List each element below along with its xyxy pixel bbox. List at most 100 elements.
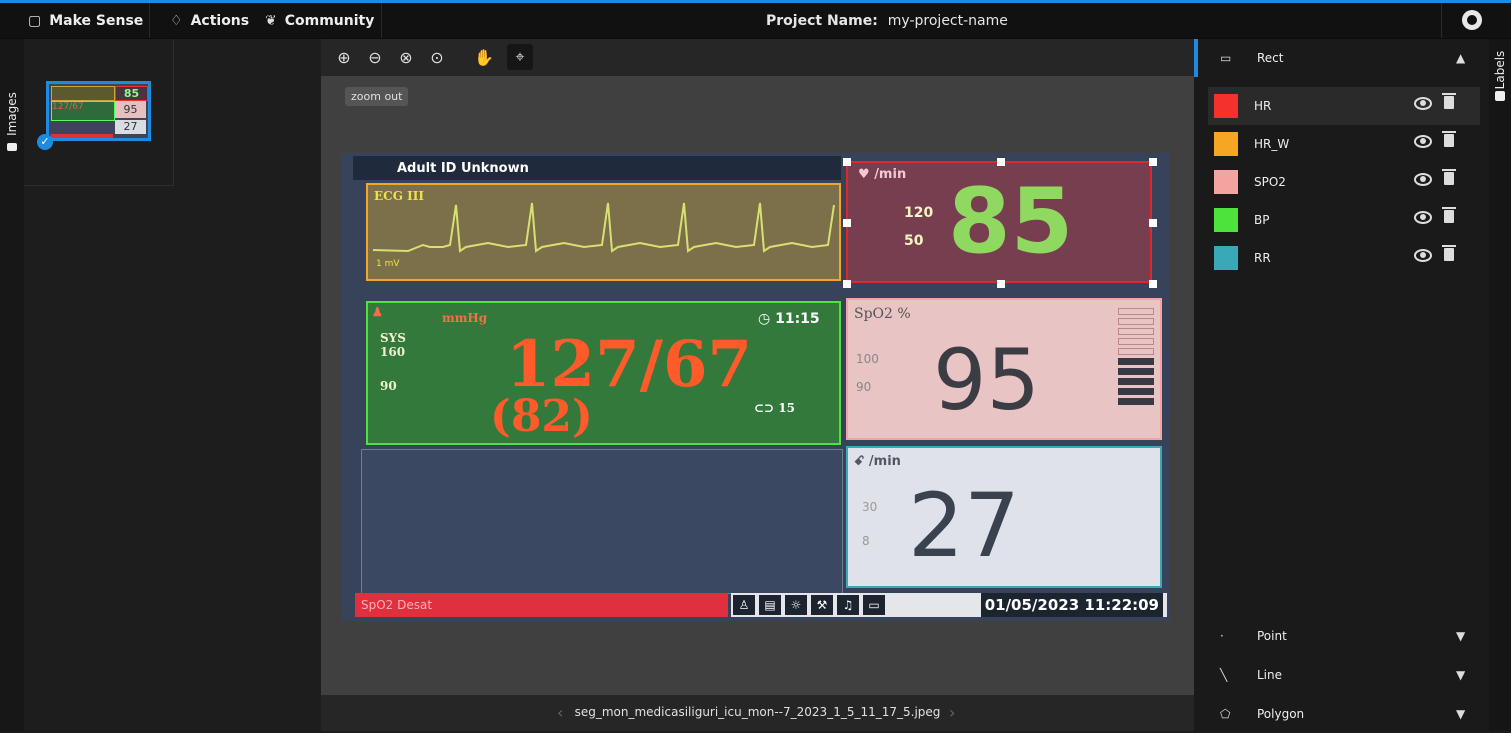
images-side-tab[interactable]: Images bbox=[2, 85, 22, 155]
point-tool-header[interactable]: · Point ▼ bbox=[1194, 617, 1489, 655]
spo2-value: 95 bbox=[933, 331, 1040, 429]
active-indicator bbox=[1194, 39, 1198, 77]
trash-icon[interactable] bbox=[1442, 131, 1456, 147]
trash-icon[interactable] bbox=[1442, 245, 1456, 261]
monitor-header: Adult ID Unknown bbox=[353, 156, 841, 180]
label-color-swatch[interactable] bbox=[1214, 246, 1238, 270]
editor-toolbar: ⊕ ⊖ ⊗ ⊙ ✋ ⌖ bbox=[321, 39, 1194, 76]
resize-handle[interactable] bbox=[843, 158, 851, 166]
zoom-in-icon[interactable]: ⊕ bbox=[331, 44, 357, 70]
resize-handle[interactable] bbox=[843, 219, 851, 227]
resize-handle[interactable] bbox=[1149, 158, 1157, 166]
point-icon: · bbox=[1220, 629, 1224, 643]
brightness-icon: ☼ bbox=[785, 595, 807, 615]
polygon-tool-header[interactable]: ⬠ Polygon ▼ bbox=[1194, 695, 1489, 733]
thumb-ecg bbox=[51, 86, 115, 101]
label-row-bp[interactable]: BP bbox=[1208, 201, 1480, 239]
top-navigation-bar: ▢ Make Sense ♢ Actions ❦ Community Proje… bbox=[0, 3, 1511, 39]
rr-unit: ꗃ /min bbox=[854, 454, 901, 469]
ecg-annotation-box[interactable]: ECG III 1 mV bbox=[366, 183, 841, 281]
person-icon: ♙ bbox=[733, 595, 755, 615]
alarm-bar: SpO2 Desat bbox=[355, 593, 728, 617]
annotated-image[interactable]: Adult ID Unknown ECG III 1 mV ♥ /min 120… bbox=[341, 153, 1170, 621]
bell-icon: ♫ bbox=[837, 595, 859, 615]
app-title[interactable]: ▢ Make Sense bbox=[28, 3, 143, 38]
ecg-waveform bbox=[372, 202, 835, 253]
eye-icon[interactable] bbox=[1414, 173, 1432, 186]
label-color-swatch[interactable] bbox=[1214, 170, 1238, 194]
spo2-annotation-box[interactable]: SpO2 % 100 90 95 bbox=[846, 298, 1162, 440]
label-color-swatch[interactable] bbox=[1214, 208, 1238, 232]
chevron-down-icon[interactable]: ▼ bbox=[1456, 668, 1465, 682]
line-tool-header[interactable]: ╲ Line ▼ bbox=[1194, 656, 1489, 694]
hand-icon[interactable]: ✋ bbox=[471, 44, 497, 70]
spo2-signal-bars bbox=[1118, 308, 1154, 408]
eye-icon[interactable] bbox=[1414, 249, 1432, 262]
thumb-spo2: 95 bbox=[115, 101, 146, 118]
github-icon[interactable] bbox=[1462, 10, 1482, 30]
image-thumbnail[interactable]: 85 127/67 95 27 bbox=[46, 81, 151, 141]
person-icon: ♟ bbox=[372, 305, 383, 319]
zoom-out-tooltip: zoom out bbox=[345, 87, 409, 106]
label-color-swatch[interactable] bbox=[1214, 94, 1238, 118]
camera-icon bbox=[7, 143, 17, 151]
thumb-bp: 127/67 bbox=[51, 101, 115, 121]
community-icon: ❦ bbox=[265, 12, 277, 29]
rect-tool-header[interactable]: ▭ Rect ▲ bbox=[1194, 39, 1489, 77]
editor-area: ⊕ ⊖ ⊗ ⊙ ✋ ⌖ zoom out Adult ID Unknown EC… bbox=[321, 39, 1194, 731]
resize-handle[interactable] bbox=[997, 280, 1005, 288]
image-navigation-bar: ‹ seg_mon_medicasiliguri_icu_mon--7_2023… bbox=[321, 695, 1194, 731]
label-row-spo2[interactable]: SPO2 bbox=[1208, 163, 1480, 201]
crosshair-icon[interactable]: ⌖ bbox=[507, 44, 533, 70]
bp-annotation-box[interactable]: ♟ mmHg SYS 160 90 ◷ 11:15 127/67 (82) ⊂⊃… bbox=[366, 301, 841, 445]
hr-unit: ♥ /min bbox=[858, 167, 907, 182]
eye-icon[interactable] bbox=[1414, 135, 1432, 148]
hr-annotation-box[interactable]: ♥ /min 120 50 85 bbox=[843, 158, 1157, 288]
eye-icon[interactable] bbox=[1414, 211, 1432, 224]
thumb-hr: 85 bbox=[115, 86, 148, 101]
community-menu-button[interactable]: ❦ Community bbox=[265, 3, 374, 38]
label-color-swatch[interactable] bbox=[1214, 132, 1238, 156]
actions-icon: ♢ bbox=[170, 12, 183, 29]
zoom-out-icon[interactable]: ⊖ bbox=[362, 44, 388, 70]
actions-menu-button[interactable]: ♢ Actions bbox=[170, 3, 249, 38]
chevron-down-icon[interactable]: ▼ bbox=[1456, 629, 1465, 643]
label-row-hr-w[interactable]: HR_W bbox=[1208, 125, 1480, 163]
tag-icon bbox=[1495, 91, 1505, 101]
topbar-divider bbox=[381, 3, 382, 38]
trash-icon[interactable] bbox=[1442, 169, 1456, 185]
monitor-status-bar: ♙ ▤ ☼ ⚒ ♫ ▭ 01/05/2023 11:22:09 bbox=[731, 593, 1167, 617]
bp-mean: (82) bbox=[490, 391, 593, 442]
topbar-divider bbox=[149, 3, 150, 38]
line-icon: ╲ bbox=[1220, 668, 1228, 682]
project-name-input[interactable]: my-project-name bbox=[888, 13, 1008, 29]
trash-icon[interactable] bbox=[1442, 207, 1456, 223]
image-thumbnail-cell[interactable]: 85 127/67 95 27 ✓ bbox=[24, 39, 174, 186]
left-side-strip: Images bbox=[0, 39, 24, 731]
chevron-right-icon[interactable]: › bbox=[949, 703, 955, 722]
rr-annotation-box[interactable]: ꗃ /min 30 8 27 bbox=[846, 446, 1162, 588]
zoom-fit-icon[interactable]: ⊗ bbox=[393, 44, 419, 70]
rectangle-icon: ▭ bbox=[1220, 51, 1232, 65]
checkmark-icon: ✓ bbox=[37, 134, 53, 150]
zoom-reset-icon[interactable]: ⊙ bbox=[424, 44, 450, 70]
wrench-icon: ⚒ bbox=[811, 595, 833, 615]
monitor-empty-panel bbox=[361, 449, 843, 594]
resize-handle[interactable] bbox=[1149, 280, 1157, 288]
resize-handle[interactable] bbox=[1149, 219, 1157, 227]
chevron-up-icon[interactable]: ▲ bbox=[1456, 51, 1465, 65]
label-row-rr[interactable]: RR bbox=[1208, 239, 1480, 277]
project-name: Project Name: my-project-name bbox=[766, 3, 1008, 38]
resize-handle[interactable] bbox=[843, 280, 851, 288]
image-filename: seg_mon_medicasiliguri_icu_mon--7_2023_1… bbox=[574, 705, 941, 719]
project-name-label: Project Name: bbox=[766, 12, 878, 29]
resize-handle[interactable] bbox=[997, 158, 1005, 166]
label-row-hr[interactable]: HR bbox=[1208, 87, 1480, 125]
rr-value: 27 bbox=[908, 474, 1020, 577]
chevron-down-icon[interactable]: ▼ bbox=[1456, 707, 1465, 721]
images-panel: 85 127/67 95 27 ✓ bbox=[24, 39, 322, 731]
trash-icon[interactable] bbox=[1442, 93, 1456, 109]
eye-icon[interactable] bbox=[1414, 97, 1432, 110]
label-toolkit-panel: ▭ Rect ▲ HR HR_W SPO2 BP RR · Point ▼ ╲ … bbox=[1194, 39, 1489, 731]
bp-cycle: ⊂⊃ 15 bbox=[754, 401, 795, 415]
